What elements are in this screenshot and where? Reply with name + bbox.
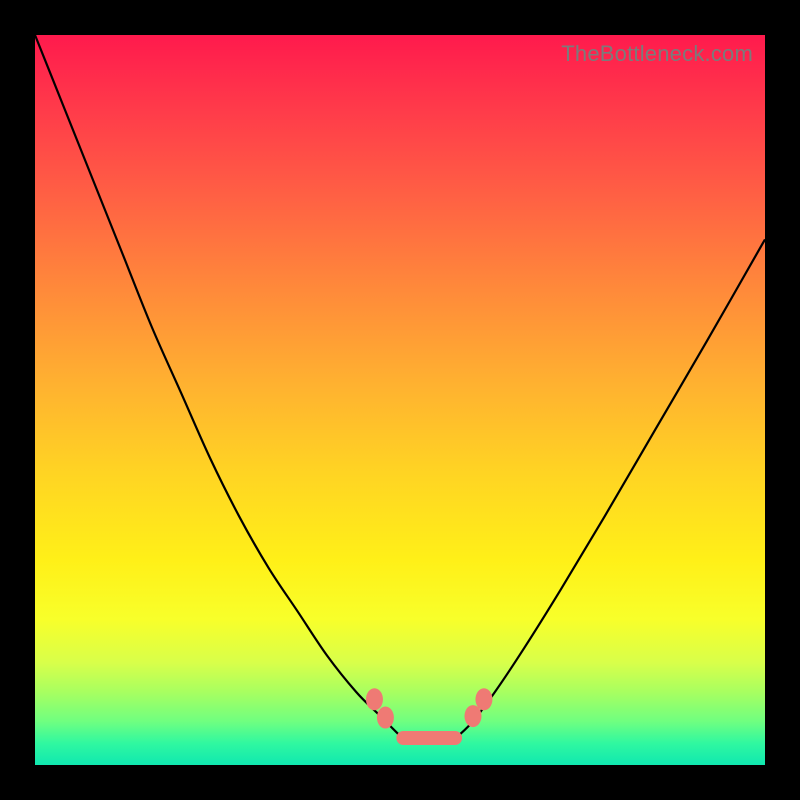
curve-marker — [366, 688, 383, 710]
curve-markers — [366, 688, 493, 745]
curve-marker — [475, 688, 492, 710]
curve-marker — [465, 705, 482, 727]
bottleneck-curve — [35, 35, 765, 765]
plot-area: TheBottleneck.com — [35, 35, 765, 765]
curve-right-branch — [458, 239, 765, 735]
valley-marker-bar — [396, 731, 462, 745]
curve-marker — [377, 707, 394, 729]
curve-left-branch — [35, 35, 400, 736]
chart-frame: TheBottleneck.com — [0, 0, 800, 800]
